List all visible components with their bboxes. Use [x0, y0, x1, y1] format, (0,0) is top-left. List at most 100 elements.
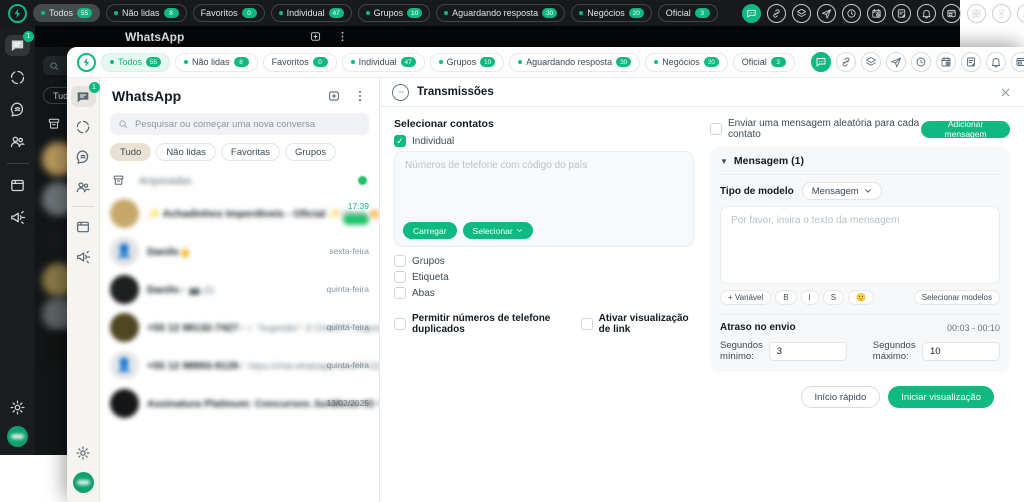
count-badge: 10 — [407, 8, 423, 18]
chat-list-item[interactable]: +55 12 98132-7427✓✓ "Sugestão": O ChatGP… — [100, 308, 379, 346]
filter-todos[interactable]: Todos 55 — [101, 52, 171, 72]
filter-negocios[interactable]: Negócios 20 — [571, 4, 652, 22]
archived-row[interactable]: Arquivadas — [100, 167, 379, 194]
history-tool-icon[interactable] — [910, 52, 931, 72]
model-type-select[interactable]: Mensagem — [801, 182, 882, 200]
sidebar-item-marketing[interactable] — [5, 207, 30, 228]
link-tool-icon[interactable] — [766, 3, 786, 23]
send-tool-icon[interactable] — [816, 3, 836, 23]
tab-favoritas[interactable]: Favoritas — [220, 143, 280, 161]
notes-tool-icon[interactable] — [960, 52, 981, 72]
filter-negocios[interactable]: Negócios 20 — [645, 52, 728, 72]
etiqueta-checkbox[interactable] — [394, 271, 406, 283]
new-chat-icon[interactable] — [309, 30, 322, 43]
chat-tool-icon[interactable] — [741, 3, 761, 23]
chat-list-item[interactable]: Danilo👍 sexta-feira — [100, 232, 379, 270]
sidebar-item-channels[interactable] — [71, 146, 96, 167]
archived-icon[interactable] — [47, 117, 61, 131]
abas-checkbox[interactable] — [394, 287, 406, 299]
sidebar-item-communities[interactable] — [5, 131, 30, 152]
chat-list-item[interactable]: +55 12 98893-9129✓ https://chat.whatsapp… — [100, 346, 379, 384]
variable-button[interactable]: + Variável — [720, 290, 772, 305]
filter-nao-lidas[interactable]: Não lidas 8 — [175, 52, 258, 72]
add-message-button[interactable]: Adicionar mensagem — [921, 119, 1010, 139]
filter-aguardando[interactable]: Aguardando resposta 30 — [436, 4, 566, 22]
link-tool-icon[interactable] — [835, 52, 856, 72]
chat-list-item[interactable]: Danilo✓ 📷 (2) quinta-feira — [100, 270, 379, 308]
chevron-down-icon — [516, 227, 523, 234]
message-card-header[interactable]: ▼ Mensagem (1) — [720, 155, 1000, 175]
chat-list-item[interactable]: Assinatura Platinum: Concursos Jurídicos… — [100, 384, 379, 422]
profile-avatar[interactable] — [72, 472, 94, 493]
grupos-checkbox[interactable] — [394, 255, 406, 267]
sidebar-item-panels[interactable] — [71, 216, 96, 237]
sidebar-item-status[interactable] — [71, 116, 96, 137]
sidebar-item-panels[interactable] — [5, 175, 30, 196]
sidebar-item-status[interactable] — [5, 67, 30, 88]
start-preview-button[interactable]: Iniciar visualização — [888, 386, 994, 408]
filter-oficial[interactable]: Oficial 3 — [657, 4, 718, 22]
chat-tool-icon[interactable] — [810, 52, 831, 72]
sidebar-item-marketing[interactable] — [71, 246, 96, 267]
sidebar-item-channels[interactable] — [5, 99, 30, 120]
green-dot-icon — [438, 60, 443, 64]
sidebar-item-settings[interactable] — [71, 442, 96, 463]
sidebar-item-settings[interactable] — [5, 397, 30, 418]
new-chat-icon[interactable] — [327, 89, 341, 103]
bold-button[interactable]: B — [775, 290, 797, 305]
link-preview-checkbox[interactable] — [580, 318, 593, 330]
count-badge: 3 — [694, 8, 710, 18]
sidebar-item-chats[interactable]: 1 — [70, 82, 100, 107]
filter-favoritos[interactable]: Favoritos 0 — [262, 52, 337, 72]
layers-tool-icon[interactable] — [860, 52, 881, 72]
filter-todos[interactable]: Todos 55 — [33, 4, 101, 22]
select-model-button[interactable]: Selecionar modelos — [913, 290, 1000, 305]
tab-grupos[interactable]: Grupos — [285, 143, 337, 161]
message-text-input[interactable] — [721, 207, 999, 283]
panel-tool-icon[interactable] — [1010, 52, 1024, 72]
history-tool-icon[interactable] — [841, 3, 861, 23]
allow-duplicates-checkbox[interactable] — [394, 318, 406, 330]
apps-tool-icon[interactable] — [966, 3, 986, 23]
broadcast-icon — [392, 83, 409, 101]
sidebar-item-chats[interactable]: 1 — [5, 31, 34, 56]
filter-aguardando[interactable]: Aguardando resposta 30 — [509, 52, 641, 72]
chat-list-item[interactable]: ✨ Achadinhos Imperdíveis - Oficial ✨Ofer… — [100, 194, 379, 232]
filter-nao-lidas[interactable]: Não lidas 8 — [106, 4, 187, 22]
schedule-tool-icon[interactable] — [866, 3, 886, 23]
strike-button[interactable]: S — [822, 290, 845, 305]
reminder-tool-icon[interactable] — [985, 52, 1006, 72]
menu-kebab-icon[interactable] — [336, 30, 349, 43]
archived-label: Arquivadas — [139, 174, 192, 187]
tab-tudo[interactable]: Tudo — [110, 143, 152, 161]
layers-tool-icon[interactable] — [791, 3, 811, 23]
close-icon[interactable] — [999, 86, 1012, 99]
profile-avatar[interactable] — [7, 426, 28, 447]
panel-tool-icon[interactable] — [941, 3, 961, 23]
search-input[interactable]: Pesquisar ou começar uma nova conversa — [110, 113, 369, 135]
italic-button[interactable]: I — [800, 290, 819, 305]
load-button[interactable]: Carregar — [403, 222, 457, 239]
sidebar-item-communities[interactable] — [71, 176, 96, 197]
filter-grupos[interactable]: Grupos 10 — [357, 4, 431, 22]
filter-individual[interactable]: Individual 47 — [270, 4, 352, 22]
contacts-tool-icon[interactable] — [1016, 3, 1024, 23]
quick-start-button[interactable]: Início rápido — [800, 386, 881, 408]
seconds-min-input[interactable] — [768, 341, 847, 361]
reminder-tool-icon[interactable] — [916, 3, 936, 23]
tab-nao-lidas[interactable]: Não lidas — [156, 143, 216, 161]
export-excel-icon[interactable] — [991, 3, 1011, 23]
seconds-max-input[interactable] — [922, 341, 1000, 361]
filter-favoritos[interactable]: Favoritos 0 — [192, 4, 265, 22]
emoji-button[interactable]: 🙂 — [848, 290, 875, 305]
schedule-tool-icon[interactable] — [935, 52, 956, 72]
send-tool-icon[interactable] — [885, 52, 906, 72]
filter-individual[interactable]: Individual 47 — [341, 52, 425, 72]
notes-tool-icon[interactable] — [891, 3, 911, 23]
filter-grupos[interactable]: Grupos 10 — [429, 52, 505, 72]
filter-oficial[interactable]: Oficial 3 — [732, 52, 795, 72]
menu-kebab-icon[interactable] — [353, 89, 367, 103]
individual-checkbox[interactable]: ✓ — [394, 135, 406, 147]
random-message-checkbox[interactable] — [710, 123, 722, 135]
select-button[interactable]: Selecionar — [462, 222, 533, 239]
